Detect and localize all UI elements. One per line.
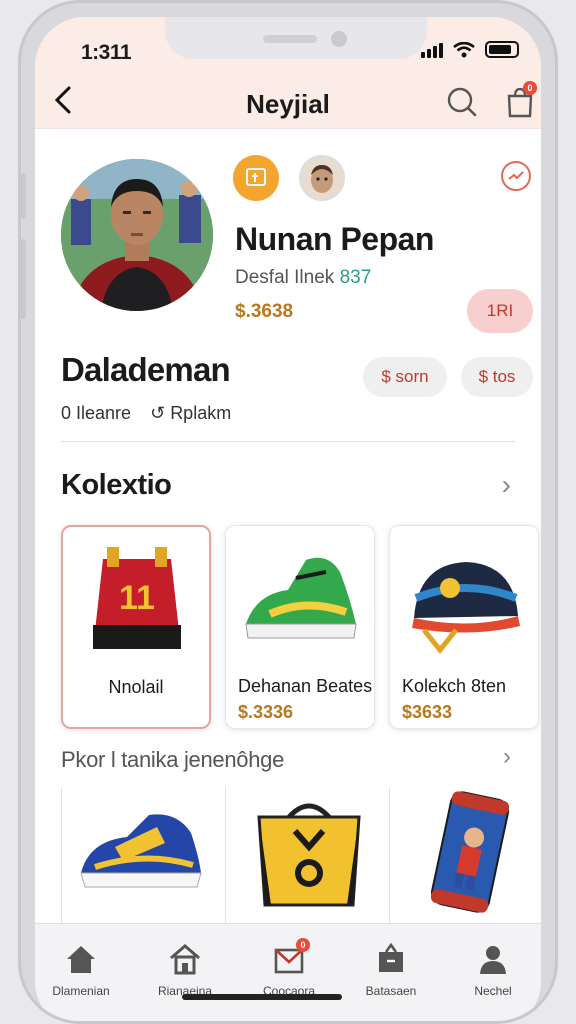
- card-label: Kolekch 8ten: [402, 676, 507, 696]
- card-price: $3633: [402, 702, 453, 722]
- collection-card[interactable]: Kolekch 8ten $3633: [389, 525, 539, 729]
- profile-detail-number: 837: [339, 267, 372, 288]
- status-icons: [421, 41, 519, 58]
- top-nav-bar: Neyjial 0: [35, 75, 541, 129]
- bag-button[interactable]: 0: [503, 81, 537, 119]
- collection-card[interactable]: 11 Nnolail: [61, 525, 211, 729]
- side-button: [21, 173, 26, 219]
- stat-followers: 0 Ileanre: [61, 403, 132, 423]
- card-price: $.3336: [238, 702, 294, 722]
- tag-icon: [379, 942, 403, 972]
- blue-shoe-image: [80, 814, 202, 888]
- profile-action-button[interactable]: 1RI: [467, 289, 533, 333]
- profile-name: Nunan Pepan: [235, 221, 434, 257]
- tab-label: Nechel: [474, 984, 512, 998]
- recommend-item-case[interactable]: [405, 787, 541, 927]
- card-label: Nnolail: [108, 677, 164, 697]
- recommend-more-icon[interactable]: ›: [503, 743, 511, 771]
- profile-price: $.3638: [235, 301, 294, 322]
- card-label: Dehanan Beates: [238, 676, 373, 696]
- recommend-item-shoe[interactable]: [65, 787, 227, 927]
- profile-detail: Desfal Ilnek 837: [235, 267, 372, 288]
- signal-icon: [421, 42, 443, 58]
- status-time: 1:311: [81, 41, 132, 64]
- tab-label: Batasaen: [365, 984, 417, 998]
- wifi-icon: [453, 42, 475, 58]
- jersey-bag-image: 11: [93, 547, 181, 649]
- svg-text:11: 11: [119, 579, 155, 617]
- avatar[interactable]: [61, 159, 213, 311]
- collection-title: Kolextio: [61, 469, 172, 501]
- divider: [61, 441, 515, 442]
- tab-deals[interactable]: Batasaen: [341, 942, 441, 998]
- yellow-bag-image: [257, 803, 361, 907]
- bottom-tab-bar: Dlamenian Rianaeina 0 Coocaora Batasaen …: [35, 923, 541, 1021]
- tab-inbox[interactable]: 0 Coocaora: [239, 938, 339, 998]
- bag-badge: 0: [523, 81, 537, 95]
- home-indicator[interactable]: [182, 994, 342, 1000]
- tab-profile[interactable]: Nechel: [443, 942, 541, 998]
- tab-store[interactable]: Rianaeina: [135, 942, 235, 998]
- notch: [165, 17, 427, 59]
- filter-button[interactable]: $ tos: [461, 357, 533, 397]
- divider: [61, 787, 62, 927]
- sort-button[interactable]: $ sorn: [363, 357, 447, 397]
- house-icon: [170, 944, 200, 975]
- home-icon: [67, 946, 95, 973]
- collection-more-icon[interactable]: ›: [502, 469, 511, 501]
- activity-icon[interactable]: [501, 161, 531, 191]
- verified-badge-icon: [233, 155, 279, 201]
- section-title: Dalademan: [61, 351, 231, 388]
- user-icon: [480, 946, 506, 974]
- sneaker-image: [245, 557, 357, 639]
- collection-card[interactable]: Dehanan Beates $.3336: [225, 525, 375, 729]
- player-photo: [61, 159, 213, 311]
- search-button[interactable]: [445, 85, 479, 119]
- cap-image: [412, 562, 520, 655]
- stat-replies: Rplakm: [170, 403, 232, 423]
- inbox-badge: 0: [296, 938, 310, 952]
- recommend-item-bag[interactable]: [239, 787, 401, 927]
- search-icon: [447, 87, 477, 117]
- refresh-icon: ↺: [150, 403, 166, 423]
- recommend-title: Pkor l tanika jenenôhge: [61, 747, 285, 772]
- stats-row: 0 Ileanre ↺ Rplakm: [61, 403, 231, 424]
- status-bar: 1:311: [35, 17, 541, 75]
- app-screen: 1:311 Neyjial 0 Nunan Pepan Desfal Ilnek…: [35, 17, 541, 1021]
- tab-label: Dlamenian: [52, 984, 110, 998]
- friend-avatar[interactable]: [299, 155, 345, 201]
- character-case-image: [430, 791, 510, 913]
- phone-frame: 1:311 Neyjial 0 Nunan Pepan Desfal Ilnek…: [18, 0, 558, 1024]
- side-button: [21, 239, 26, 319]
- battery-icon: [485, 41, 519, 58]
- tab-home[interactable]: Dlamenian: [35, 942, 131, 998]
